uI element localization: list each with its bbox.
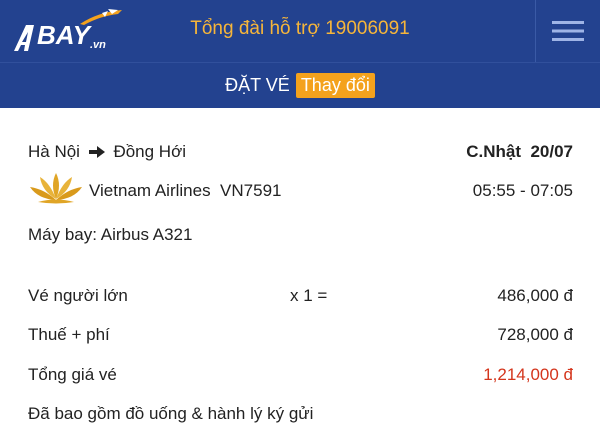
arrow-right-icon: [88, 145, 105, 158]
aircraft-row: Máy bay: Airbus A321: [28, 225, 573, 245]
tax-label: Thuế + phí: [28, 325, 110, 344]
adult-fare-label: Vé người lớn: [28, 286, 128, 305]
origin-city: Hà Nội: [28, 142, 80, 161]
booking-bar: ĐẶT VÉ Thay đổi: [0, 62, 600, 108]
flight-date: C.Nhật 20/07: [466, 142, 573, 161]
airline-info: Vietnam Airlines VN7591: [89, 181, 281, 201]
tax-price: 728,000 đ: [497, 325, 573, 344]
hotline-text[interactable]: Tổng đài hỗ trợ 19006091: [0, 18, 600, 40]
fare-note-row: Đã bao gồm đồ uống & hành lý ký gửi: [28, 404, 573, 424]
menu-button[interactable]: [535, 0, 600, 62]
vietnam-airlines-lotus-icon: [30, 173, 82, 204]
airline-name: Vietnam Airlines: [89, 181, 211, 200]
route-row: Hà Nội Đồng Hới C.Nhật 20/07: [28, 142, 573, 162]
booking-title: ĐẶT VÉ: [225, 75, 290, 95]
flight-details-panel: Hà Nội Đồng Hới C.Nhật 20/07 Vietnam Air…: [6, 108, 594, 440]
adult-quantity: x 1 =: [290, 286, 328, 305]
hamburger-menu-icon: [552, 21, 584, 41]
flight-number: VN7591: [220, 181, 282, 200]
change-button[interactable]: Thay đổi: [295, 73, 375, 98]
total-price: 1,214,000 đ: [483, 365, 573, 384]
adult-fare-price: 486,000 đ: [497, 286, 573, 305]
top-header: BAY .vn Tổng đài hỗ trợ 19006091: [0, 0, 600, 62]
aircraft-type: Máy bay: Airbus A321: [28, 225, 193, 244]
fare-note: Đã bao gồm đồ uống & hành lý ký gửi: [28, 404, 314, 423]
logo-suffix: .vn: [89, 39, 106, 51]
destination-city: Đồng Hới: [113, 142, 187, 161]
total-label: Tổng giá vé: [28, 365, 117, 384]
adult-fare-row: Vé người lớn x 1 = 486,000 đ: [28, 286, 573, 306]
tax-row: Thuế + phí 728,000 đ: [28, 325, 573, 345]
flight-time: 05:55 - 07:05: [472, 181, 573, 200]
total-row: Tổng giá vé 1,214,000 đ: [28, 365, 573, 385]
